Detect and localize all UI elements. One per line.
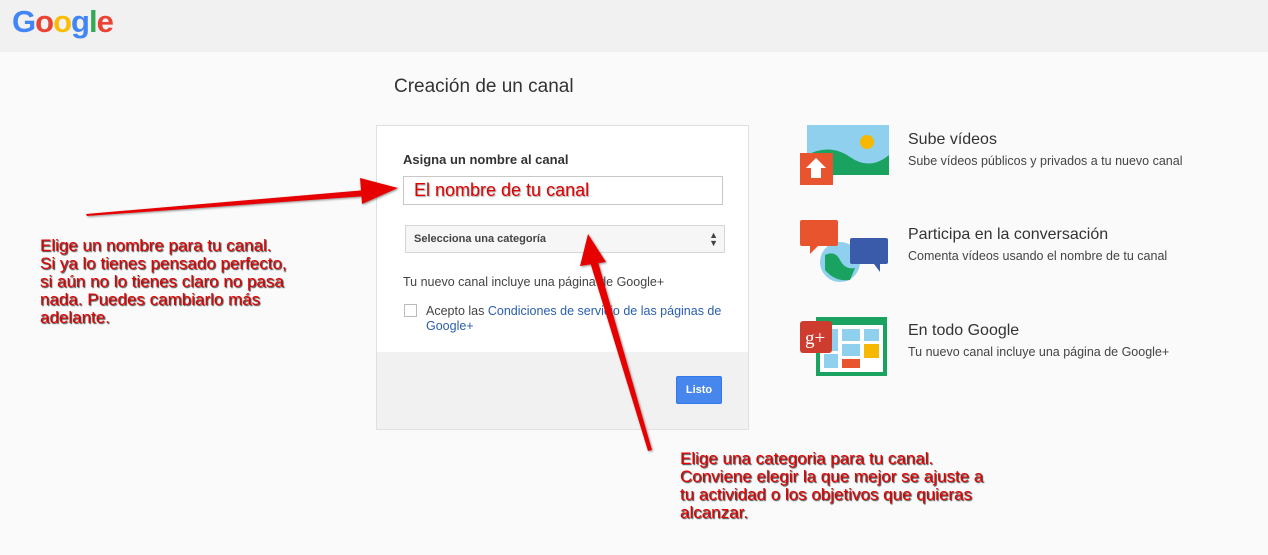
annotation-line: Elige una categoria para tu canal. [680,449,934,468]
annotation-line: adelante. [40,308,110,327]
annotation-line: alcanzar. [680,503,749,522]
annotation-right: Elige una categoria para tu canal. Convi… [680,450,983,522]
arrow-to-category-select [580,234,652,451]
annotation-line: si aún no lo tienes claro no pasa [40,272,284,291]
annotation-line: Conviene elegir la que mejor se ajuste a [680,467,984,486]
annotation-line: Si ya lo tienes pensado perfecto, [40,254,287,273]
annotation-line: nada. Puedes cambiarlo más [40,290,261,309]
annotation-line: Elige un nombre para tu canal. [40,236,272,255]
annotation-left: Elige un nombre para tu canal. Si ya lo … [40,237,287,327]
annotation-line: tu actividad o los objetivos que quieras [680,485,973,504]
arrow-to-name-input [86,178,398,216]
